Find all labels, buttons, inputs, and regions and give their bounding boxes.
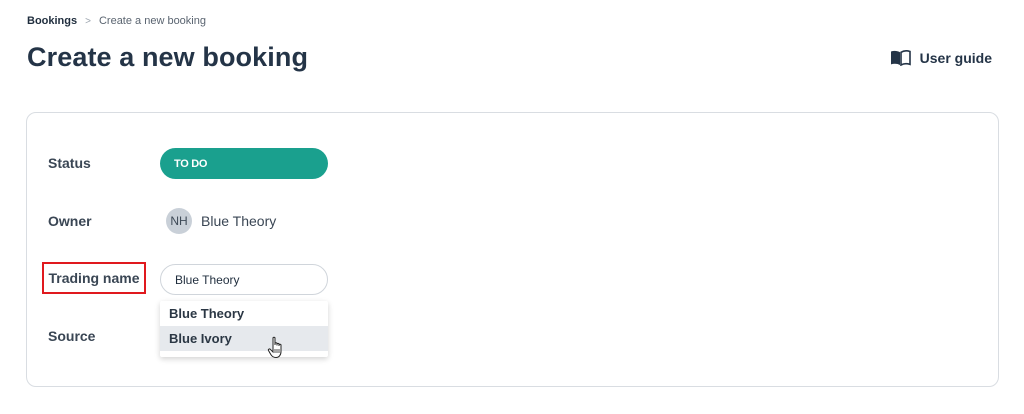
breadcrumb: Bookings > Create a new booking (27, 15, 206, 27)
trading-name-label-text: Trading name (48, 270, 140, 286)
trading-name-dropdown: Blue Theory Blue Ivory (160, 301, 328, 357)
avatar: NH (166, 208, 192, 234)
hand-cursor-icon (267, 336, 282, 359)
owner-label: Owner (48, 213, 92, 229)
book-icon (890, 50, 911, 66)
owner-field: NH Blue Theory (166, 208, 276, 234)
breadcrumb-current: Create a new booking (98, 15, 206, 27)
breadcrumb-bookings-link[interactable]: Bookings (27, 15, 77, 27)
user-guide-label: User guide (919, 50, 992, 66)
trading-name-input[interactable] (160, 264, 328, 295)
breadcrumb-separator: > (85, 15, 91, 27)
owner-name: Blue Theory (201, 213, 277, 229)
user-guide-button[interactable]: User guide (890, 50, 992, 66)
source-label: Source (48, 328, 96, 344)
status-badge[interactable]: TO DO (160, 148, 328, 179)
status-label: Status (48, 155, 91, 171)
status-value: TO DO (174, 157, 208, 170)
dropdown-option-blue-theory[interactable]: Blue Theory (160, 301, 328, 326)
page: Bookings > Create a new booking Create a… (0, 0, 1024, 414)
trading-name-label: Trading name (42, 262, 146, 294)
page-title: Create a new booking (27, 42, 309, 72)
dropdown-option-blue-ivory[interactable]: Blue Ivory (160, 326, 328, 351)
